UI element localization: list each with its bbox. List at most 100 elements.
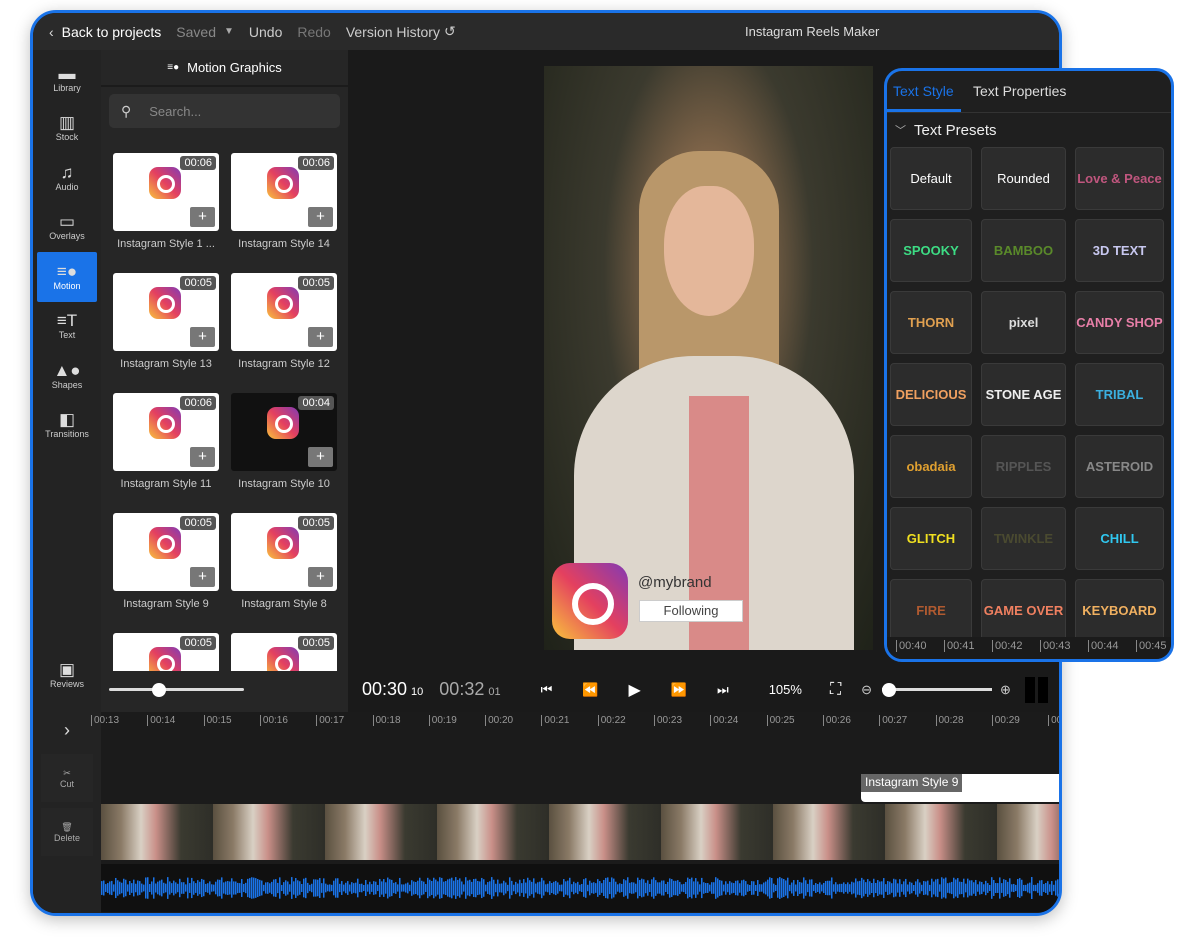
waveform-bar (121, 882, 123, 894)
text-preset[interactable]: GAME OVER (981, 579, 1066, 642)
text-preset[interactable]: Default (890, 147, 972, 210)
video-preview[interactable]: @mybrand Following (544, 66, 873, 650)
sidebar-item-shapes[interactable]: ▲● Shapes (33, 351, 101, 401)
timeline-ruler[interactable]: 00:13 00:14 00:15 00:16 00:17 00:18 00:19 00:20… (91, 712, 1059, 730)
audio-waveform[interactable] (101, 864, 1060, 912)
motion-graphic-card[interactable]: 00:05+ (113, 633, 219, 671)
text-presets-header[interactable]: ﹀ Text Presets (887, 113, 1171, 147)
sidebar-item-library[interactable]: ▬ Library (33, 54, 101, 104)
cut-button[interactable]: ✂ Cut (41, 754, 93, 802)
add-button[interactable]: + (190, 327, 215, 347)
slider-knob[interactable] (152, 683, 166, 697)
text-preset[interactable]: SPOOKY (890, 219, 972, 282)
sidebar-item-text[interactable]: ≡T Text (33, 302, 101, 352)
text-preset[interactable]: TRIBAL (1075, 363, 1164, 426)
panel-toggle[interactable] (1037, 676, 1048, 703)
text-preset[interactable]: GLITCH (890, 507, 972, 570)
text-preset[interactable]: CHILL (1075, 507, 1164, 570)
text-preset[interactable]: TWINKLE (981, 507, 1066, 570)
card-thumbnail[interactable]: 00:05+ (113, 513, 219, 591)
skip-end-icon[interactable]: ⏭ (717, 682, 729, 698)
fast-forward-icon[interactable]: ⏩ (671, 682, 687, 698)
zoom-out-icon[interactable]: ⊖ (861, 682, 872, 698)
waveform-bar (219, 879, 221, 897)
text-preset[interactable]: FIRE (890, 579, 972, 642)
sidebar-item-overlays[interactable]: ▭ Overlays (33, 203, 101, 253)
history-icon[interactable]: ↺ (444, 23, 456, 40)
motion-graphic-card[interactable]: 00:06 + Instagram Style 14 (231, 153, 337, 250)
motion-graphic-card[interactable]: 00:05 + Instagram Style 8 (231, 513, 337, 610)
skip-start-icon[interactable]: ⏮ (541, 682, 553, 698)
text-preset[interactable]: Love & Peace (1075, 147, 1164, 210)
redo-button[interactable]: Redo (297, 24, 330, 40)
search-input[interactable]: ⚲ Search... (109, 94, 340, 128)
text-preset[interactable]: THORN (890, 291, 972, 354)
waveform-bar (975, 879, 977, 897)
add-button[interactable]: + (190, 447, 215, 467)
card-thumbnail[interactable]: 00:05+ (231, 273, 337, 351)
delete-button[interactable]: 🗑 Delete (41, 808, 93, 856)
motion-graphic-card[interactable]: 00:06 + Instagram Style 1 ... (113, 153, 219, 250)
waveform-bar (143, 884, 145, 892)
rewind-icon[interactable]: ⏪ (582, 682, 598, 698)
text-preset[interactable]: CANDY SHOP (1075, 291, 1164, 354)
text-preset[interactable]: BAMBOO (981, 219, 1066, 282)
card-thumbnail[interactable]: 00:05+ (113, 633, 219, 671)
add-button[interactable]: + (190, 567, 215, 587)
fullscreen-icon[interactable]: ⛶ (830, 681, 841, 699)
add-button[interactable]: + (308, 567, 333, 587)
save-dropdown-icon[interactable]: ▼ (224, 26, 234, 37)
motion-graphic-card[interactable]: 00:06 + Instagram Style 11 (113, 393, 219, 490)
waveform-bar (655, 880, 657, 896)
motion-graphic-card[interactable]: 00:05 + Instagram Style 13 (113, 273, 219, 370)
tab-text-style[interactable]: Text Style (887, 71, 961, 112)
motion-graphic-card[interactable]: 00:04 + Instagram Style 10 (231, 393, 337, 490)
zoom-level[interactable]: 105% (769, 682, 802, 697)
slider-knob[interactable] (882, 683, 897, 697)
video-track[interactable] (101, 804, 1059, 860)
tab-text-properties[interactable]: Text Properties (967, 71, 1072, 112)
motion-graphic-card[interactable]: 00:05 + Instagram Style 12 (231, 273, 337, 370)
text-preset[interactable]: pixel (981, 291, 1066, 354)
version-history-button[interactable]: Version History (346, 24, 440, 40)
card-thumbnail[interactable]: 00:06 + (231, 153, 337, 231)
text-preset[interactable]: obadaia (890, 435, 972, 498)
sidebar-item-transitions[interactable]: ◧ Transitions (33, 401, 101, 451)
waveform-bar (1007, 881, 1009, 895)
card-thumbnail[interactable]: 00:04 + (231, 393, 337, 471)
zoom-slider[interactable] (882, 683, 993, 697)
thumbnail-size-slider[interactable] (109, 683, 244, 697)
sidebar-item-reviews[interactable]: ▣ Reviews (33, 650, 101, 700)
sidebar-item-motion[interactable]: ≡● Motion (37, 252, 97, 302)
motion-graphic-card[interactable]: 00:05 + Instagram Style 9 (113, 513, 219, 610)
text-preset[interactable]: DELICIOUS (890, 363, 972, 426)
text-preset[interactable]: ASTEROID (1075, 435, 1164, 498)
add-button[interactable]: + (308, 327, 333, 347)
text-preset[interactable]: 3D TEXT (1075, 219, 1164, 282)
sidebar-item-stock[interactable]: ▥ Stock (33, 104, 101, 154)
chevron-left-icon[interactable]: ‹ (49, 24, 54, 40)
text-preset[interactable]: KEYBOARD (1075, 579, 1164, 642)
motion-graphic-card[interactable]: 00:05+ (231, 633, 337, 671)
add-button[interactable]: + (190, 207, 215, 227)
text-style-panel: Text Style Text Properties ﹀ Text Presets… (884, 68, 1174, 662)
card-thumbnail[interactable]: 00:06 + (113, 153, 219, 231)
text-preset[interactable]: STONE AGE (981, 363, 1066, 426)
waveform-bar (1043, 884, 1045, 892)
add-button[interactable]: + (308, 447, 333, 467)
zoom-in-icon[interactable]: ⊕ (1000, 682, 1011, 698)
card-thumbnail[interactable]: 00:05+ (113, 273, 219, 351)
back-to-projects-link[interactable]: Back to projects (62, 24, 162, 40)
waveform-bar (377, 884, 379, 892)
card-thumbnail[interactable]: 00:05+ (231, 513, 337, 591)
text-preset[interactable]: Rounded (981, 147, 1066, 210)
motion-clip[interactable]: Instagram Style 9 (861, 774, 1059, 802)
card-thumbnail[interactable]: 00:06 + (113, 393, 219, 471)
play-icon[interactable]: ▶ (628, 680, 640, 700)
card-thumbnail[interactable]: 00:05+ (231, 633, 337, 671)
undo-button[interactable]: Undo (249, 24, 282, 40)
add-button[interactable]: + (308, 207, 333, 227)
sidebar-item-audio[interactable]: ♫ Audio (33, 153, 101, 203)
text-preset[interactable]: RIPPLES (981, 435, 1066, 498)
panel-toggle[interactable] (1024, 676, 1035, 703)
